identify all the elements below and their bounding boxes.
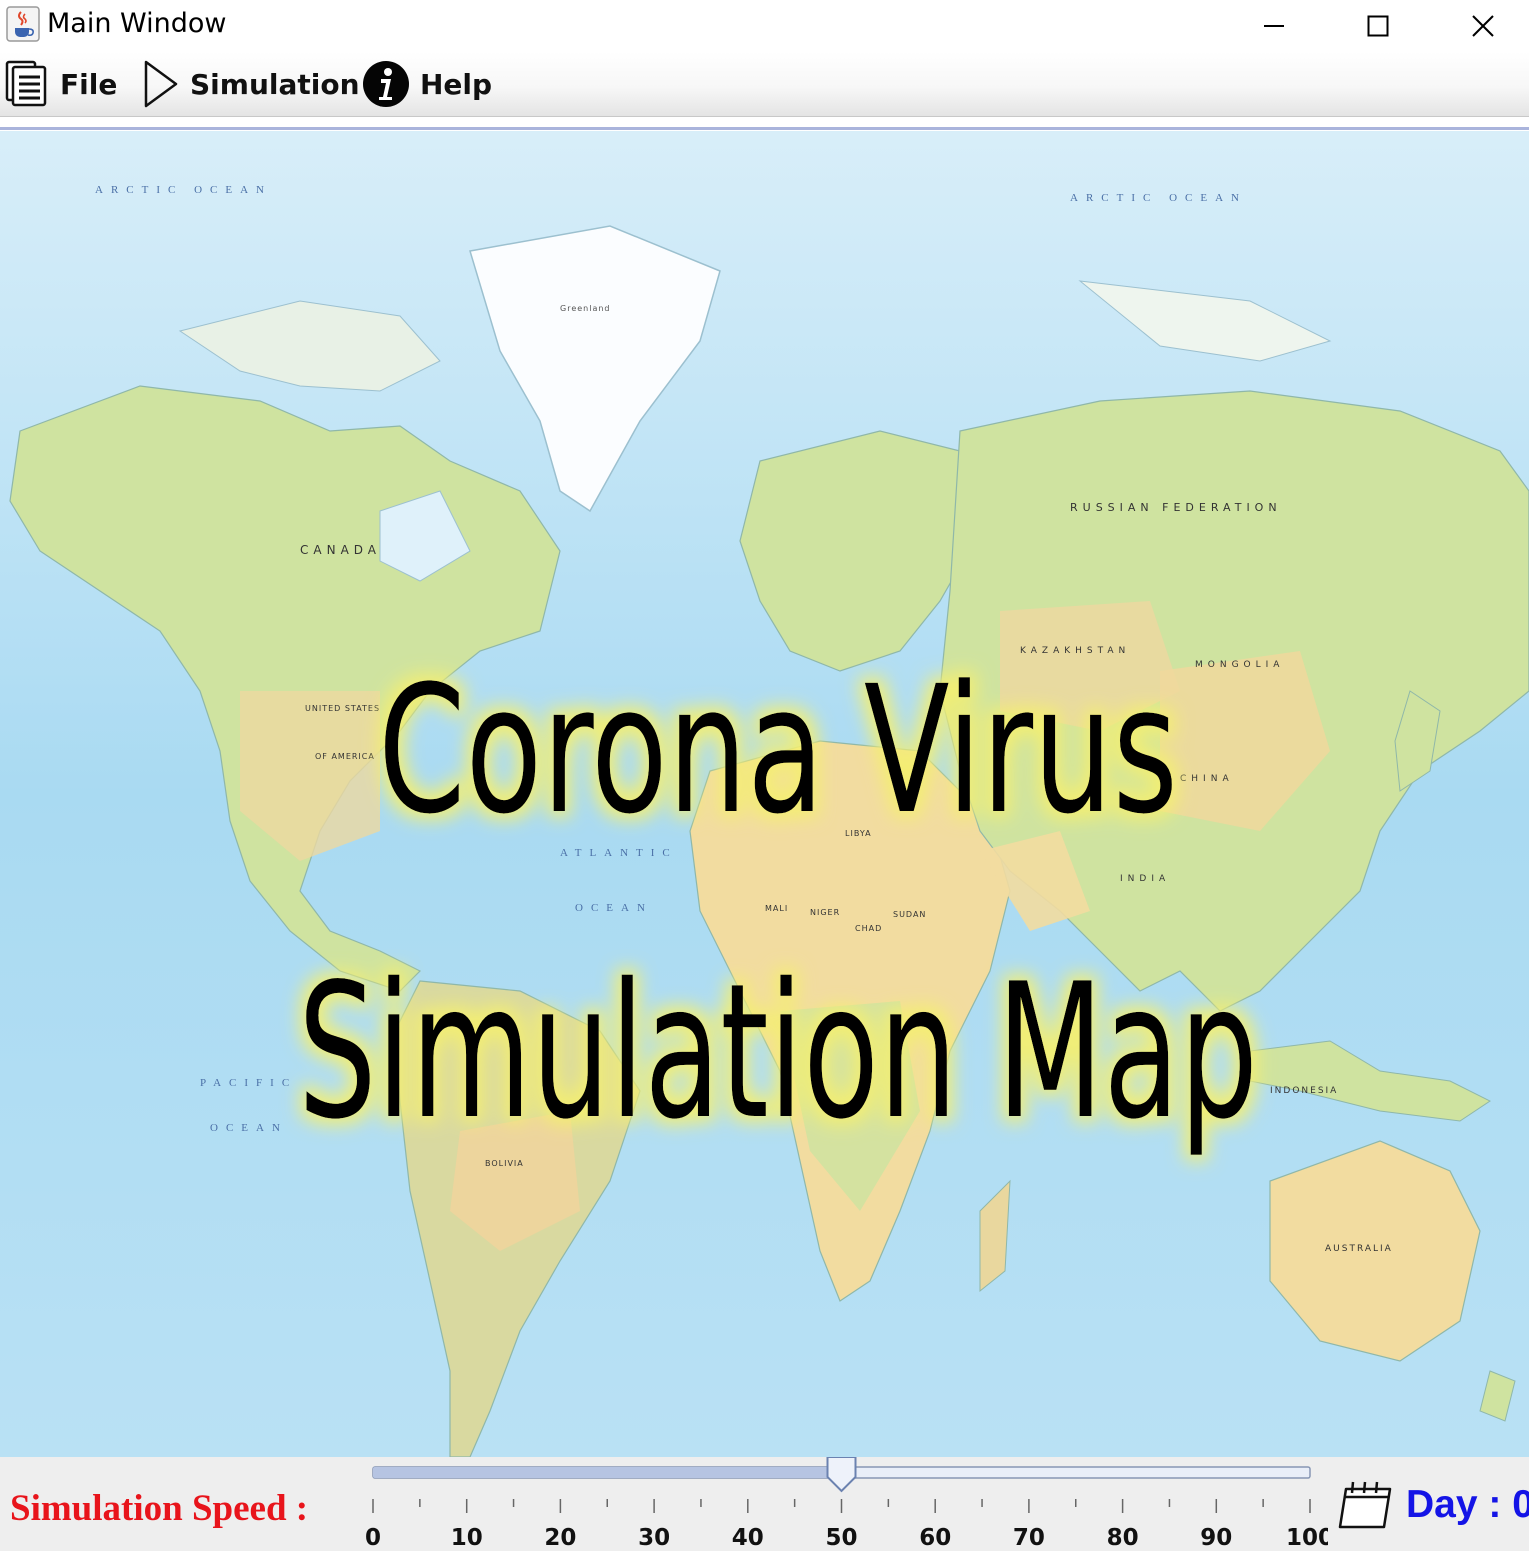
slider-tick-labels: 0 10 20 30 40 50 60 70 80 90 100 xyxy=(365,1525,1328,1551)
play-triangle-icon xyxy=(144,60,178,108)
menu-simulation-label: Simulation xyxy=(190,67,360,101)
menu-file[interactable]: File xyxy=(4,52,117,116)
java-cup-icon[interactable] xyxy=(6,6,40,42)
separator xyxy=(0,127,1529,130)
info-circle-icon xyxy=(363,61,409,107)
calendar-icon xyxy=(1338,1481,1392,1529)
slider-tick-label: 70 xyxy=(1013,1525,1045,1551)
maximize-button[interactable] xyxy=(1326,0,1430,52)
menu-bar: File Simulation Help xyxy=(0,52,1529,117)
headline-line-1: Corona Virus xyxy=(378,648,1178,853)
label-pacific: PACIFIC xyxy=(200,1077,297,1089)
world-map: ARCTIC OCEAN ARCTIC OCEAN ATLANTIC OCEAN… xyxy=(0,131,1529,1457)
simulation-speed-label: Simulation Speed : xyxy=(10,1488,309,1529)
close-icon xyxy=(1472,15,1494,37)
slider-tick-label: 100 xyxy=(1286,1525,1328,1551)
label-russia: RUSSIAN FEDERATION xyxy=(1070,501,1282,514)
label-india: INDIA xyxy=(1120,874,1170,884)
slider-tick-label: 10 xyxy=(451,1525,483,1551)
menu-help[interactable]: Help xyxy=(362,52,492,116)
slider-thumb[interactable] xyxy=(826,1457,857,1493)
menu-help-label: Help xyxy=(420,67,493,101)
slider-ticks xyxy=(372,1499,1311,1513)
simulation-speed-slider[interactable]: 0 10 20 30 40 50 60 70 80 90 100 xyxy=(360,1457,1328,1551)
label-arctic-ocean-east: ARCTIC OCEAN xyxy=(1070,192,1247,204)
label-sudan: SUDAN xyxy=(893,910,926,919)
label-arctic-ocean: ARCTIC OCEAN xyxy=(95,184,272,196)
label-australia: AUSTRALIA xyxy=(1325,1244,1393,1254)
label-usa: UNITED STATES xyxy=(305,704,380,713)
window-title: Main Window xyxy=(47,8,227,39)
label-indonesia: INDONESIA xyxy=(1270,1086,1338,1096)
slider-tick-label: 90 xyxy=(1200,1525,1232,1551)
label-canada: CANADA xyxy=(300,543,381,557)
control-strip: Simulation Speed : 0 10 20 30 40 50 60 70 80 90 10… xyxy=(0,1457,1529,1551)
menu-simulation[interactable]: Simulation xyxy=(140,52,360,116)
label-atlantic-ocean: OCEAN xyxy=(575,902,653,914)
label-chad: CHAD xyxy=(855,924,882,933)
slider-tick-label: 20 xyxy=(544,1525,576,1551)
label-mali: MALI xyxy=(765,904,788,913)
label-america: OF AMERICA xyxy=(315,752,375,761)
menu-file-label: File xyxy=(60,67,118,101)
slider-tick-label: 60 xyxy=(919,1525,951,1551)
day-label: Day : 0 xyxy=(1406,1483,1529,1526)
label-bolivia: BOLIVIA xyxy=(485,1159,524,1168)
label-greenland: Greenland xyxy=(560,304,611,313)
slider-fill xyxy=(373,1467,842,1478)
close-button[interactable] xyxy=(1431,0,1529,52)
label-china: CHINA xyxy=(1180,774,1234,784)
day-counter: Day : 0 xyxy=(1338,1475,1529,1535)
label-mongolia: MONGOLIA xyxy=(1195,660,1284,670)
slider-tick-label: 0 xyxy=(365,1525,381,1551)
world-map-panel: ARCTIC OCEAN ARCTIC OCEAN ATLANTIC OCEAN… xyxy=(0,131,1529,1457)
slider-tick-label: 50 xyxy=(825,1525,857,1551)
label-pacific-ocean: OCEAN xyxy=(210,1122,288,1134)
title-bar: Main Window xyxy=(0,0,1529,52)
slider-tick-label: 40 xyxy=(732,1525,764,1551)
minimize-button[interactable] xyxy=(1222,0,1326,52)
maximize-icon xyxy=(1367,15,1389,37)
headline-line-2: Simulation Map xyxy=(298,943,1258,1160)
label-niger: NIGER xyxy=(810,908,840,917)
slider-tick-label: 80 xyxy=(1107,1525,1139,1551)
document-list-icon xyxy=(5,60,47,107)
minimize-icon xyxy=(1264,25,1284,27)
slider-tick-label: 30 xyxy=(638,1525,670,1551)
